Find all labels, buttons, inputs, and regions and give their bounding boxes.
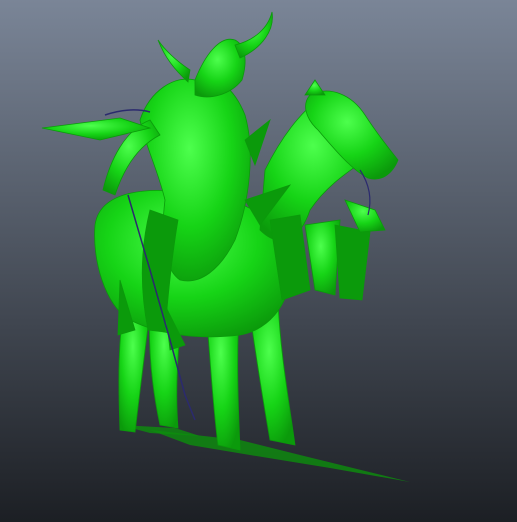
3d-viewport[interactable]: [0, 0, 517, 522]
viewport-canvas[interactable]: [0, 0, 517, 522]
